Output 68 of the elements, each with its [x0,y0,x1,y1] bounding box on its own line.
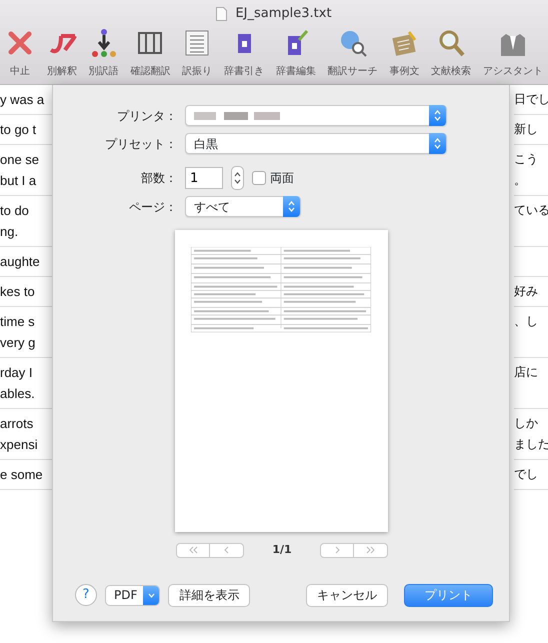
document-text: y was a [0,91,46,109]
toolbar-button[interactable]: 別解釈 [46,28,78,78]
copies-label: 部数： [140,170,178,187]
two-sided-checkbox[interactable] [252,171,266,185]
toolbar-button[interactable]: 文献検索 [430,28,472,78]
preset-dropdown[interactable]: 白黒 [185,133,447,154]
up-down-icon [434,138,441,149]
dialog-button[interactable]: 詳細を表示 [168,584,250,606]
document-text: 好み [514,283,539,300]
document-text: 店に [514,364,539,381]
pages-dropdown[interactable]: すべて [185,196,301,217]
document-text: ている [514,202,548,219]
toolbar-button[interactable]: 辞書編集 [274,28,317,78]
document-text: to do [0,202,30,220]
last-page-button[interactable] [354,542,388,558]
copies-field[interactable]: 1 [185,167,223,189]
document-text: ng. [0,223,20,241]
toolbar-button[interactable]: アシスタント [482,28,544,78]
pages-label: ページ： [128,198,178,216]
first-page-button[interactable] [176,542,210,558]
previous-page-button[interactable] [210,542,244,558]
toolbar-button[interactable]: 辞書引き [222,28,265,78]
toolbar-button[interactable]: 確認翻訳 [129,28,172,78]
printer-label: プリンタ： [116,108,178,124]
toolbar-button[interactable]: 事例文 [388,28,420,78]
toolbar-button[interactable]: 中止 [4,28,36,78]
chevron-right-icon [334,546,340,554]
document-text: kes to [0,283,36,301]
pdf-menu-button[interactable]: PDF [105,584,160,606]
document-text: but I a [0,172,38,190]
document-text: ables. [0,385,36,403]
document-text: time s [0,313,36,331]
chevron-down-icon [148,592,155,598]
window-title: EJ_sample3.txt [235,5,332,23]
page-indicator: 1/1 [271,542,293,558]
preset-label: プリセット： [104,136,178,152]
document-text: 日でし [514,91,548,108]
up-down-icon [434,110,441,121]
document-text: rday I [0,364,34,382]
document-text: 、し [514,313,539,330]
toolbar-button[interactable]: 訳振り [181,28,214,78]
print-button[interactable]: プリント [404,584,493,606]
document-text: 。 [514,172,527,189]
document-text: でし [514,466,539,483]
up-down-icon [234,170,241,186]
document-text: e some [0,466,44,484]
document-text: aughte [0,253,41,271]
document-text: arrots [0,415,34,433]
printer-dropdown[interactable] [185,105,447,126]
document-text: xpensi [0,436,39,454]
toolbar-button[interactable]: 別訳語 [88,28,120,78]
next-page-button[interactable] [320,542,354,558]
up-down-icon [288,201,295,212]
document-text: one se [0,151,40,169]
document-icon [216,6,228,21]
toolbar-button[interactable]: 翻訳サーチ [326,28,379,78]
copies-stepper[interactable] [231,166,244,190]
document-text: to go t [0,121,38,139]
document-text: very g [0,334,36,352]
two-sided-label: 両面 [270,170,294,187]
double-chevron-left-icon [188,546,198,554]
document-text: こう [514,151,539,168]
double-chevron-right-icon [366,546,376,554]
document-text: 新し [514,121,539,138]
dialog-button[interactable]: キャンセル [306,584,388,606]
document-text: しか [514,415,539,432]
help-button[interactable]: ? [75,584,97,606]
chevron-left-icon [224,546,230,554]
